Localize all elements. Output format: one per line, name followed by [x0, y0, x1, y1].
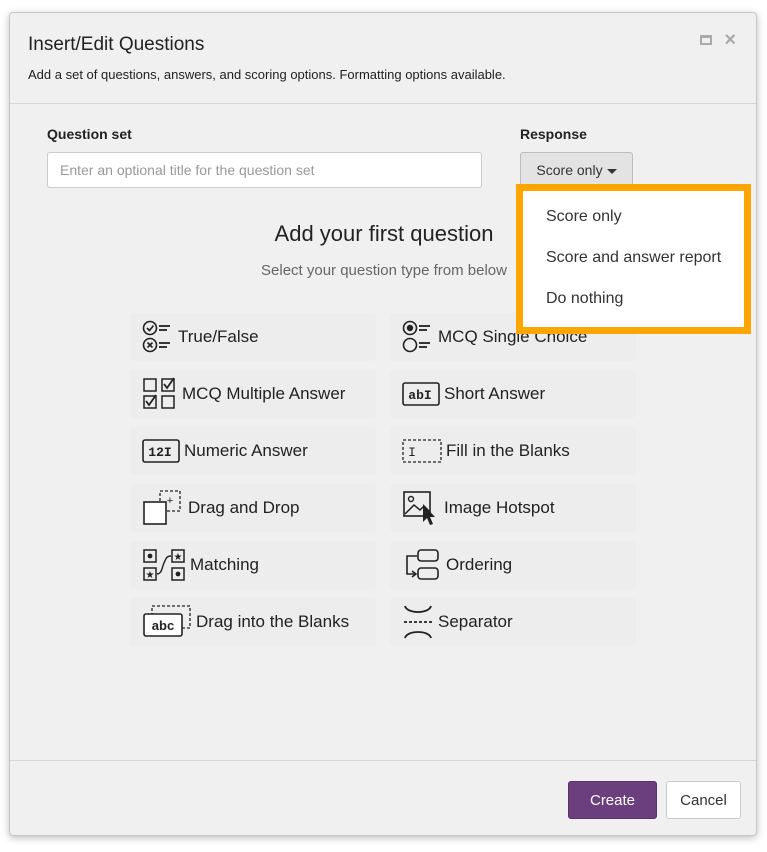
response-dropdown-menu: Score only Score and answer report Do no… [516, 184, 751, 334]
close-icon[interactable]: × [724, 30, 736, 50]
question-type-image-hotspot[interactable]: Image Hotspot [390, 484, 636, 532]
question-type-mcq-multiple[interactable]: MCQ Multiple Answer [130, 370, 376, 418]
numeric-answer-icon: 12I [142, 439, 180, 463]
question-set-label: Question set [47, 126, 132, 142]
drag-and-drop-icon: + [143, 490, 181, 525]
question-type-numeric[interactable]: 12I Numeric Answer [130, 427, 376, 475]
create-button[interactable]: Create [568, 781, 657, 819]
short-answer-icon: abI [402, 382, 440, 406]
svg-text:I: I [408, 445, 416, 460]
image-hotspot-icon [403, 491, 435, 525]
dropdown-option-score-and-answer-report[interactable]: Score and answer report [546, 249, 721, 267]
question-type-label: Matching [190, 555, 259, 574]
dropdown-option-do-nothing[interactable]: Do nothing [546, 290, 623, 308]
maximize-icon[interactable] [700, 35, 713, 45]
true-false-icon [142, 320, 170, 353]
caret-down-icon [606, 168, 617, 174]
question-type-true-false[interactable]: True/False [130, 313, 376, 361]
response-selected-value: Score only [536, 162, 603, 178]
question-type-short-answer[interactable]: abI Short Answer [390, 370, 636, 418]
matching-icon: ★ ★ [143, 549, 185, 581]
question-type-label: MCQ Multiple Answer [182, 384, 346, 403]
window-controls: × [700, 30, 736, 50]
mcq-multiple-answer-icon [143, 377, 175, 409]
drag-into-blanks-icon: abc [143, 605, 191, 637]
svg-text:12I: 12I [148, 445, 171, 460]
question-type-label: Separator [438, 612, 513, 631]
question-type-drag-into-blanks[interactable]: abc Drag into the Blanks [130, 598, 376, 646]
question-type-label: True/False [178, 327, 259, 346]
dialog-title: Insert/Edit Questions [28, 34, 205, 55]
question-type-drag-drop[interactable]: + Drag and Drop [130, 484, 376, 532]
fill-in-the-blanks-icon: I [402, 439, 442, 463]
separator-icon [404, 605, 432, 639]
question-type-label: Numeric Answer [184, 441, 308, 460]
question-type-label: Short Answer [444, 384, 546, 403]
svg-text:+: + [167, 495, 173, 507]
response-dropdown-button[interactable]: Score only [520, 152, 633, 188]
response-label: Response [520, 126, 587, 142]
svg-text:★: ★ [146, 570, 155, 581]
question-type-label: Image Hotspot [444, 498, 555, 517]
question-type-label: Drag into the Blanks [196, 612, 350, 631]
dropdown-option-score-only[interactable]: Score only [546, 208, 622, 226]
cancel-button[interactable]: Cancel [666, 781, 741, 819]
question-set-title-input[interactable] [47, 152, 482, 188]
question-type-label: Fill in the Blanks [446, 441, 570, 460]
question-type-ordering[interactable]: Ordering [390, 541, 636, 589]
mcq-single-choice-icon [402, 320, 430, 353]
header-divider [10, 103, 756, 104]
question-type-label: Ordering [446, 555, 513, 574]
dialog-subtitle: Add a set of questions, answers, and sco… [28, 67, 506, 82]
insert-edit-questions-dialog: Insert/Edit Questions Add a set of quest… [9, 12, 757, 836]
footer-divider [10, 760, 756, 761]
svg-text:★: ★ [174, 552, 183, 563]
svg-text:abc: abc [152, 618, 174, 633]
question-type-fill-blanks[interactable]: I Fill in the Blanks [390, 427, 636, 475]
question-type-separator[interactable]: Separator [390, 598, 636, 646]
question-type-label: Drag and Drop [188, 498, 300, 517]
ordering-icon [406, 549, 439, 580]
question-type-matching[interactable]: ★ ★ Matching [130, 541, 376, 589]
svg-text:abI: abI [408, 388, 431, 403]
